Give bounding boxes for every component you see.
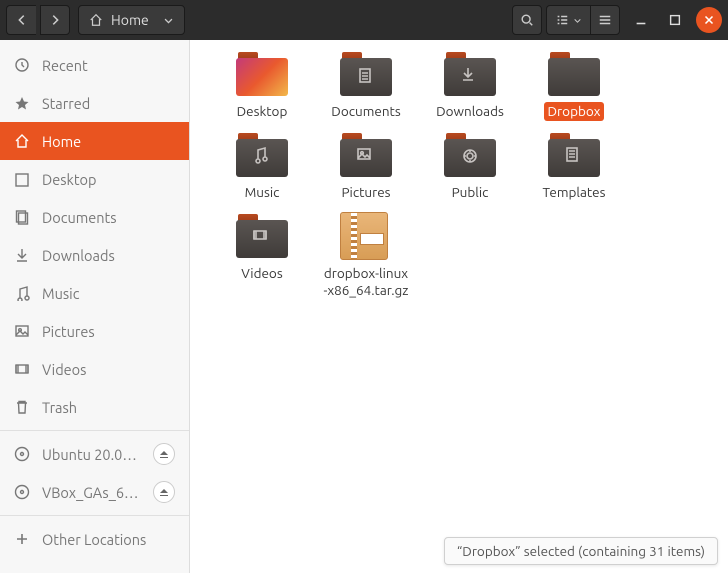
sidebar-item-downloads[interactable]: Downloads (0, 236, 189, 274)
file-label: Public (448, 183, 493, 202)
forward-button[interactable] (40, 5, 70, 35)
status-text: “Dropbox” selected (containing 31 items) (457, 543, 705, 559)
folder-icon (548, 131, 600, 179)
file-label: Desktop (233, 102, 292, 121)
folder-icon (340, 50, 392, 98)
documents-icon (14, 209, 30, 225)
sidebar-item-label: Starred (42, 95, 175, 112)
folder-icon (340, 131, 392, 179)
sidebar-item-label: Recent (42, 57, 175, 74)
sidebar-item-recent[interactable]: Recent (0, 46, 189, 84)
folder-icon (236, 50, 288, 98)
sidebar-item-videos[interactable]: Videos (0, 350, 189, 388)
disc-icon (14, 446, 30, 462)
sidebar-separator (0, 515, 189, 516)
sidebar-item-label: Music (42, 285, 175, 302)
file-label: Templates (539, 183, 610, 202)
eject-button[interactable] (153, 443, 175, 465)
pictures-icon (14, 323, 30, 339)
sidebar-item-label: Documents (42, 209, 175, 226)
sidebar-item-label: Desktop (42, 171, 175, 188)
icon-grid: Desktop Documents Downloads Dropbox Musi… (190, 40, 728, 310)
file-item[interactable]: Videos (210, 212, 314, 300)
hamburger-icon (598, 13, 612, 27)
folder-icon (444, 131, 496, 179)
file-item[interactable]: Documents (314, 50, 418, 121)
sidebar-item-label: Videos (42, 361, 175, 378)
chevron-down-icon (573, 16, 582, 25)
pathbar[interactable]: Home (78, 5, 185, 35)
main-menu-button[interactable] (590, 5, 620, 35)
list-icon (555, 13, 569, 27)
sidebar-item-home[interactable]: Home (0, 122, 189, 160)
headerbar: Home (0, 0, 728, 40)
folder-icon (444, 50, 496, 98)
sidebar-item-documents[interactable]: Documents (0, 198, 189, 236)
sidebar-item-pictures[interactable]: Pictures (0, 312, 189, 350)
eject-button[interactable] (153, 481, 175, 503)
file-label: Dropbox (544, 102, 605, 121)
file-item[interactable]: Public (418, 131, 522, 202)
videos-icon (14, 361, 30, 377)
file-item[interactable]: Pictures (314, 131, 418, 202)
sidebar-item-music[interactable]: Music (0, 274, 189, 312)
sidebar-item-trash[interactable]: Trash (0, 388, 189, 426)
sidebar-separator (0, 430, 189, 431)
window-minimize-button[interactable] (628, 7, 654, 33)
status-bar: “Dropbox” selected (containing 31 items) (444, 537, 718, 565)
star-icon (14, 95, 30, 111)
file-item[interactable]: Music (210, 131, 314, 202)
sidebar-item-label: Other Locations (42, 531, 175, 548)
path-dropdown-icon (163, 15, 174, 26)
sidebar: Recent Starred Home Desktop Documents Do… (0, 40, 190, 573)
folder-icon (548, 50, 600, 98)
sidebar-volume-vbox[interactable]: VBox_GAs_6.… (0, 473, 189, 511)
sidebar-item-label: Trash (42, 399, 175, 416)
home-icon (14, 133, 30, 149)
file-label: dropbox-linux-x86_64.tar.gz (318, 264, 414, 300)
downloads-icon (14, 247, 30, 263)
file-item[interactable]: Dropbox (522, 50, 626, 121)
disc-icon (14, 484, 30, 500)
folder-icon (236, 212, 288, 260)
file-item[interactable]: Desktop (210, 50, 314, 121)
sidebar-volume-ubuntu[interactable]: Ubuntu 20.0… (0, 435, 189, 473)
plus-icon (14, 531, 30, 547)
file-item[interactable]: Downloads (418, 50, 522, 121)
file-label: Music (241, 183, 284, 202)
view-mode-button[interactable] (546, 5, 590, 35)
file-label: Videos (237, 264, 286, 283)
desktop-icon (14, 171, 30, 187)
sidebar-other-locations[interactable]: Other Locations (0, 520, 189, 558)
music-icon (14, 285, 30, 301)
trash-icon (14, 399, 30, 415)
sidebar-item-label: Pictures (42, 323, 175, 340)
sidebar-item-starred[interactable]: Starred (0, 84, 189, 122)
file-label: Documents (327, 102, 404, 121)
sidebar-item-label: Home (42, 133, 175, 150)
sidebar-item-label: VBox_GAs_6.… (42, 484, 141, 501)
clock-icon (14, 57, 30, 73)
sidebar-item-label: Ubuntu 20.0… (42, 446, 141, 463)
search-button[interactable] (512, 5, 542, 35)
file-item[interactable]: dropbox-linux-x86_64.tar.gz (314, 212, 418, 300)
file-label: Pictures (337, 183, 394, 202)
file-label: Downloads (432, 102, 508, 121)
sidebar-item-label: Downloads (42, 247, 175, 264)
archive-icon (340, 212, 388, 260)
home-icon (89, 13, 103, 27)
window-maximize-button[interactable] (662, 7, 688, 33)
folder-icon (236, 131, 288, 179)
window-close-button[interactable] (696, 7, 722, 33)
back-button[interactable] (6, 5, 36, 35)
main-view[interactable]: Desktop Documents Downloads Dropbox Musi… (190, 40, 728, 573)
sidebar-item-desktop[interactable]: Desktop (0, 160, 189, 198)
file-item[interactable]: Templates (522, 131, 626, 202)
path-label: Home (111, 12, 149, 28)
